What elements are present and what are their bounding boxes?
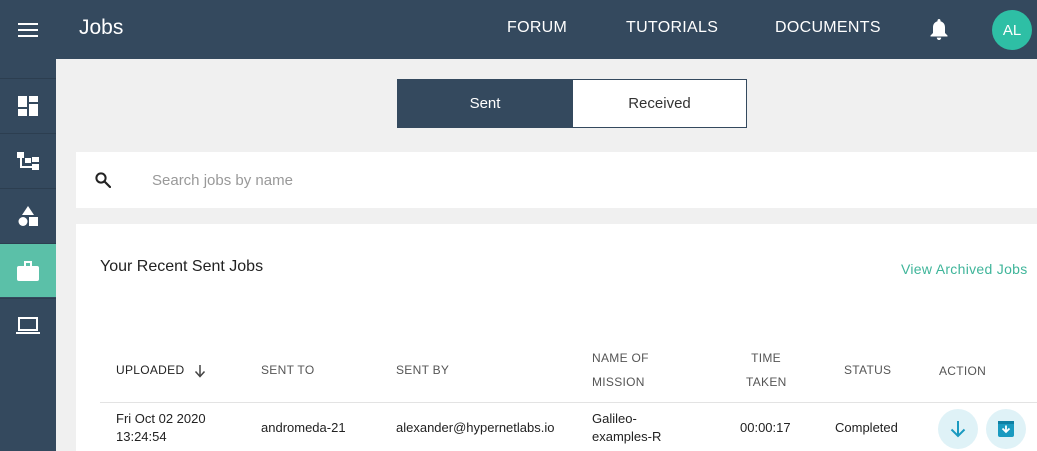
column-uploaded[interactable]: UPLOADED — [116, 358, 206, 382]
tab-sent[interactable]: Sent — [397, 79, 573, 128]
sidebar-item-devices[interactable] — [0, 298, 56, 352]
sidebar-item-dashboard[interactable] — [0, 78, 56, 132]
card-title: Your Recent Sent Jobs — [100, 258, 264, 275]
nav-forum[interactable]: FORUM — [507, 19, 567, 37]
recent-jobs-card: Your Recent Sent Jobs View Archived Jobs… — [76, 224, 1037, 451]
cell-uploaded-date: Fri Oct 02 2020 — [116, 411, 206, 426]
column-time-line1: TIME — [751, 351, 781, 365]
cell-mission-line1: Galileo- — [592, 411, 637, 426]
view-archived-jobs-link[interactable]: View Archived Jobs — [901, 261, 1028, 277]
nav-tutorials[interactable]: TUTORIALS — [626, 19, 718, 37]
user-avatar[interactable]: AL — [992, 10, 1032, 50]
shapes-icon — [18, 205, 38, 226]
search-input[interactable] — [152, 166, 752, 194]
top-bar: Jobs FORUM TUTORIALS DOCUMENTS AL — [56, 0, 1037, 59]
column-mission-line2: MISSION — [592, 375, 645, 389]
sidebar-item-jobs[interactable] — [0, 243, 56, 297]
column-mission-line1: NAME OF — [592, 351, 649, 365]
bell-icon — [930, 19, 948, 40]
column-time-taken: TIME TAKEN — [746, 346, 786, 394]
cell-mission-line2: examples-R — [592, 429, 662, 444]
column-mission: NAME OF MISSION — [592, 346, 649, 394]
column-time-line2: TAKEN — [746, 375, 787, 389]
archive-icon — [998, 421, 1014, 437]
archive-button[interactable] — [986, 409, 1026, 449]
column-sent-by: SENT BY — [396, 363, 450, 377]
column-uploaded-label: UPLOADED — [116, 363, 185, 377]
notifications-button[interactable] — [930, 19, 948, 45]
table-header: UPLOADED SENT TO SENT BY NAME OF MISSION… — [100, 342, 1037, 403]
search-bar — [76, 152, 1037, 208]
column-status: STATUS — [844, 363, 892, 377]
column-action: ACTION — [939, 364, 987, 378]
dashboard-icon — [18, 95, 38, 116]
search-icon — [95, 172, 112, 193]
cell-sent-by: alexander@hypernetlabs.io — [396, 420, 555, 435]
column-sent-to: SENT TO — [261, 363, 315, 377]
briefcase-icon — [17, 260, 39, 281]
sidebar — [0, 0, 56, 451]
hamburger-menu-icon — [18, 22, 38, 37]
sidebar-item-hierarchy[interactable] — [0, 133, 56, 187]
tab-received[interactable]: Received — [572, 79, 747, 128]
cell-sent-to: andromeda-21 — [261, 420, 346, 435]
table-row[interactable]: Fri Oct 02 2020 13:24:54 andromeda-21 al… — [100, 403, 1037, 451]
cell-mission: Galileo- examples-R — [592, 410, 661, 446]
jobs-table: UPLOADED SENT TO SENT BY NAME OF MISSION… — [100, 342, 1037, 451]
sort-down-icon — [195, 364, 206, 378]
arrow-down-icon — [950, 421, 966, 438]
menu-button[interactable] — [0, 0, 56, 59]
nav-documents[interactable]: DOCUMENTS — [775, 19, 881, 37]
hierarchy-icon — [17, 151, 39, 170]
page-title: Jobs — [79, 16, 124, 39]
cell-uploaded-time: 13:24:54 — [116, 429, 167, 444]
status-badge: Completed — [835, 420, 898, 435]
sidebar-item-shapes[interactable] — [0, 188, 56, 242]
cell-time-taken: 00:00:17 — [740, 420, 791, 435]
download-button[interactable] — [938, 409, 978, 449]
cell-uploaded: Fri Oct 02 2020 13:24:54 — [116, 410, 206, 446]
laptop-icon — [16, 316, 40, 334]
